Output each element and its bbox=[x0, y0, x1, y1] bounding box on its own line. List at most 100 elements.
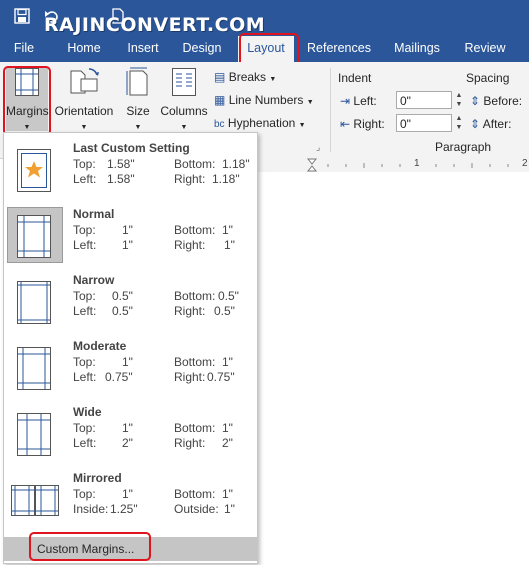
hyphenation-label: Hyphenation bbox=[227, 116, 296, 130]
option-top-label: Top: bbox=[73, 355, 96, 369]
size-button[interactable]: Size ▼ bbox=[122, 67, 154, 132]
spacing-after-label: After: bbox=[482, 117, 512, 131]
line-numbers-button[interactable]: ▦ Line Numbers ▼ bbox=[214, 93, 314, 107]
tab-home[interactable]: Home bbox=[60, 36, 108, 62]
ruler-mark-1: 1 bbox=[414, 158, 420, 169]
hyphenation-icon: bc bbox=[214, 119, 225, 130]
option-title: Normal bbox=[73, 207, 115, 221]
margin-option-moderate[interactable]: Moderate Top: 1" Bottom: 1" Left: 0.75" … bbox=[4, 331, 257, 397]
option-right-label: Right: bbox=[174, 238, 206, 252]
page-setup-launcher-icon[interactable]: ⌟ bbox=[316, 142, 320, 153]
title-bar: RAJINCONVERT.COM bbox=[0, 0, 529, 36]
option-right-value: 0.5" bbox=[214, 304, 235, 318]
tab-design[interactable]: Design bbox=[178, 36, 226, 62]
option-outside-value: 1" bbox=[224, 502, 235, 516]
chevron-down-icon: ▼ bbox=[180, 124, 188, 131]
breaks-button[interactable]: ▤ Breaks ▼ bbox=[214, 70, 276, 84]
option-bottom-value: 1" bbox=[222, 421, 233, 435]
page-size-icon bbox=[126, 67, 148, 96]
margin-option-mirrored[interactable]: Mirrored Top: 1" Bottom: 1" Inside: 1.25… bbox=[4, 463, 257, 529]
option-left-value: 1" bbox=[122, 238, 133, 252]
chevron-down-icon: ▼ bbox=[134, 124, 142, 131]
option-bottom-label: Bottom: bbox=[174, 157, 216, 171]
spacing-before-icon: ⇕ bbox=[470, 94, 481, 108]
margins-dropdown: Last Custom Setting Top: 1.58" Bottom: 1… bbox=[3, 132, 258, 564]
tab-file[interactable]: File bbox=[8, 36, 40, 62]
option-right-value: 1.18" bbox=[212, 172, 240, 186]
option-top-label: Top: bbox=[73, 421, 96, 435]
option-inside-label: Inside: bbox=[73, 502, 109, 516]
indent-left-label: Left: bbox=[353, 94, 377, 108]
option-bottom-label: Bottom: bbox=[174, 487, 216, 501]
option-top-label: Top: bbox=[73, 289, 96, 303]
document-page[interactable] bbox=[258, 172, 529, 565]
chevron-down-icon: ▼ bbox=[269, 76, 277, 83]
margin-preview-wide-icon bbox=[17, 413, 51, 456]
option-right-value: 0.75" bbox=[207, 370, 235, 384]
option-title: Moderate bbox=[73, 339, 127, 353]
tab-insert[interactable]: Insert bbox=[120, 36, 166, 62]
spacing-before-label: Before: bbox=[483, 94, 523, 108]
option-bottom-label: Bottom: bbox=[174, 289, 216, 303]
indent-left-row: ⇥ Left: bbox=[340, 94, 377, 108]
option-title: Mirrored bbox=[73, 471, 122, 485]
option-top-value: 1" bbox=[122, 421, 133, 435]
option-bottom-value: 1" bbox=[222, 223, 233, 237]
option-left-value: 2" bbox=[122, 436, 133, 450]
margins-button-highlight bbox=[3, 66, 51, 136]
tab-references[interactable]: References bbox=[304, 36, 374, 62]
chevron-down-icon: ▼ bbox=[306, 99, 314, 106]
indent-right-label: Right: bbox=[353, 117, 385, 131]
orientation-button[interactable]: Orientation ▼ bbox=[53, 67, 115, 132]
margin-option-narrow[interactable]: Narrow Top: 0.5" Bottom: 0.5" Left: 0.5"… bbox=[4, 265, 257, 331]
tab-mailings[interactable]: Mailings bbox=[388, 36, 446, 62]
document-area[interactable] bbox=[258, 172, 529, 565]
columns-button[interactable]: Columns ▼ bbox=[158, 67, 210, 132]
option-left-label: Left: bbox=[73, 304, 97, 318]
margin-option-last-custom[interactable]: Last Custom Setting Top: 1.58" Bottom: 1… bbox=[4, 133, 257, 199]
hyphenation-button[interactable]: bc Hyphenation ▼ bbox=[214, 116, 306, 130]
line-numbers-icon: ▦ bbox=[214, 93, 226, 107]
indent-left-spinner-icon[interactable]: ▲ ▼ bbox=[454, 91, 464, 109]
spacing-after-icon: ⇕ bbox=[470, 117, 481, 131]
option-left-value: 1.58" bbox=[107, 172, 135, 186]
ruler-ticks bbox=[306, 158, 509, 172]
indent-right-row: ⇤ Right: bbox=[340, 117, 385, 131]
option-top-label: Top: bbox=[73, 157, 96, 171]
option-right-value: 1" bbox=[224, 238, 235, 252]
option-top-label: Top: bbox=[73, 223, 96, 237]
option-title: Wide bbox=[73, 405, 102, 419]
columns-icon bbox=[172, 68, 196, 96]
indent-left-input[interactable]: 0" bbox=[396, 91, 452, 109]
option-top-label: Top: bbox=[73, 487, 96, 501]
indent-left-icon: ⇥ bbox=[340, 94, 351, 108]
spacing-after-row: ⇕ After: bbox=[470, 117, 511, 131]
spacing-before-row: ⇕ Before: bbox=[470, 94, 522, 108]
option-bottom-label: Bottom: bbox=[174, 421, 216, 435]
margin-option-normal[interactable]: Normal Top: 1" Bottom: 1" Left: 1" Right… bbox=[4, 199, 257, 265]
option-right-label: Right: bbox=[174, 436, 206, 450]
option-left-label: Left: bbox=[73, 370, 97, 384]
chevron-down-icon: ▼ bbox=[298, 122, 306, 129]
option-title: Narrow bbox=[73, 273, 115, 287]
margin-preview-normal-icon bbox=[17, 215, 51, 258]
option-bottom-value: 0.5" bbox=[218, 289, 239, 303]
option-top-value: 1.58" bbox=[107, 157, 135, 171]
horizontal-ruler[interactable]: 1 2 bbox=[258, 158, 529, 173]
paragraph-group-label: Paragraph bbox=[435, 140, 492, 154]
margin-option-wide[interactable]: Wide Top: 1" Bottom: 1" Left: 2" Right: … bbox=[4, 397, 257, 463]
option-bottom-value: 1" bbox=[222, 355, 233, 369]
option-bottom-label: Bottom: bbox=[174, 355, 216, 369]
option-right-label: Right: bbox=[174, 172, 206, 186]
indent-right-input[interactable]: 0" bbox=[396, 114, 452, 132]
option-top-value: 0.5" bbox=[112, 289, 133, 303]
option-outside-label: Outside: bbox=[174, 502, 219, 516]
orientation-label: Orientation bbox=[54, 104, 114, 118]
indent-right-spinner-icon[interactable]: ▲ ▼ bbox=[454, 114, 464, 132]
option-bottom-value: 1" bbox=[222, 487, 233, 501]
margin-preview-mirrored-icon bbox=[11, 485, 59, 516]
save-icon[interactable] bbox=[14, 8, 30, 24]
option-top-value: 1" bbox=[122, 355, 133, 369]
tab-review[interactable]: Review bbox=[460, 36, 510, 62]
option-top-value: 1" bbox=[122, 223, 133, 237]
